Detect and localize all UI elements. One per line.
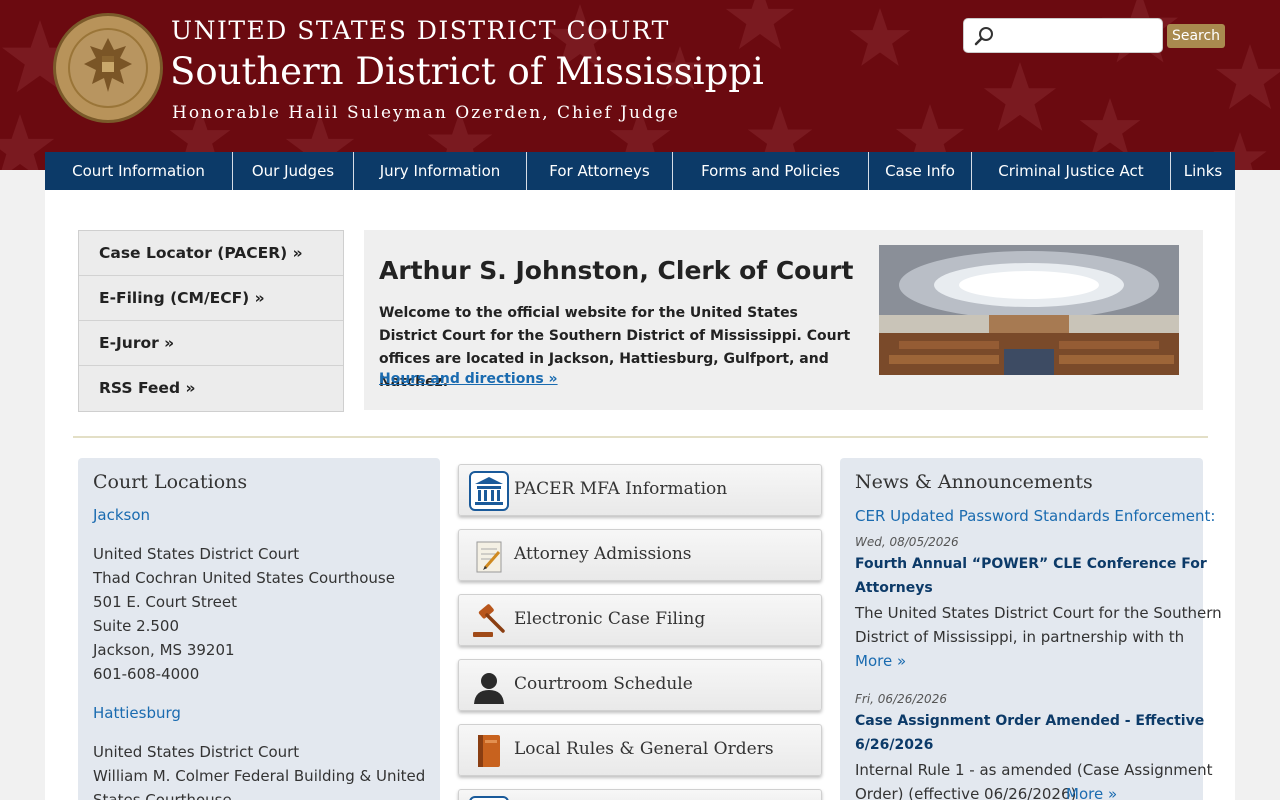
- search-icon: [974, 27, 993, 46]
- jackson-line: United States District Court: [93, 545, 300, 563]
- site-header: UNITED STATES DISTRICT COURT Southern Di…: [0, 0, 1280, 170]
- location-hattiesburg-link[interactable]: Hattiesburg: [93, 704, 181, 722]
- location-jackson-link[interactable]: Jackson: [93, 506, 150, 524]
- news-headline-link[interactable]: CER Updated Password Standards Enforceme…: [855, 507, 1215, 525]
- search-field[interactable]: [963, 18, 1163, 53]
- news-title: News & Announcements: [855, 471, 1093, 493]
- card-label: Courtroom Schedule: [514, 674, 693, 694]
- gavel-icon: [473, 604, 505, 637]
- document-pen-icon: [476, 541, 502, 573]
- news-body: Order) (effective 06/26/2026): [855, 785, 1077, 800]
- news-headline-link[interactable]: Attorneys: [855, 580, 933, 596]
- search-input[interactable]: [1000, 23, 1158, 49]
- card-label: Attorney Admissions: [514, 544, 692, 564]
- card-courtroom-schedule[interactable]: Courtroom Schedule: [458, 659, 822, 711]
- card-label: PACER MFA Information: [514, 479, 728, 499]
- nav-case-info[interactable]: Case Info: [869, 152, 972, 190]
- news-date: Wed, 08/05/2026: [855, 535, 959, 549]
- card-attorney-admissions[interactable]: Attorney Admissions: [458, 529, 822, 581]
- courtroom-photo: [879, 245, 1179, 375]
- jackson-line: 501 E. Court Street: [93, 593, 237, 611]
- quicklink-case-locator[interactable]: Case Locator (PACER) »: [79, 231, 343, 276]
- nav-our-judges[interactable]: Our Judges: [233, 152, 354, 190]
- news-body: The United States District Court for the…: [855, 604, 1222, 622]
- card-local-rules[interactable]: Local Rules & General Orders: [458, 724, 822, 776]
- nav-links[interactable]: Links: [1171, 152, 1235, 190]
- nav-court-information[interactable]: Court Information: [45, 152, 233, 190]
- chief-judge-line: Honorable Halil Suleyman Ozerden, Chief …: [172, 103, 680, 123]
- news-headline-link[interactable]: Fourth Annual “POWER” CLE Conference For: [855, 556, 1207, 572]
- jackson-line: Suite 2.500: [93, 617, 180, 635]
- nav-criminal-justice-act[interactable]: Criminal Justice Act: [972, 152, 1171, 190]
- court-seal-logo[interactable]: [52, 12, 164, 124]
- card-partial[interactable]: [458, 789, 822, 800]
- jackson-line: Thad Cochran United States Courthouse: [93, 569, 395, 587]
- quicklink-rss-feed[interactable]: RSS Feed »: [79, 366, 343, 411]
- card-electronic-case-filing[interactable]: Electronic Case Filing: [458, 594, 822, 646]
- hattiesburg-line: United States District Court: [93, 743, 300, 761]
- quicklink-e-filing[interactable]: E-Filing (CM/ECF) »: [79, 276, 343, 321]
- card-pacer-mfa[interactable]: PACER MFA Information: [458, 464, 822, 516]
- quick-links: Case Locator (PACER) » E-Filing (CM/ECF)…: [78, 230, 344, 412]
- nav-forms-and-policies[interactable]: Forms and Policies: [673, 152, 869, 190]
- book-icon: [478, 735, 500, 767]
- quicklink-e-juror[interactable]: E-Juror »: [79, 321, 343, 366]
- card-label: Local Rules & General Orders: [514, 739, 774, 759]
- clerk-title: Arthur S. Johnston, Clerk of Court: [379, 256, 854, 285]
- section-divider: [73, 436, 1208, 438]
- court-name-top: UNITED STATES DISTRICT COURT: [171, 16, 670, 45]
- card-label: Electronic Case Filing: [514, 609, 706, 629]
- news-headline-link[interactable]: Case Assignment Order Amended - Effectiv…: [855, 713, 1204, 729]
- person-icon: [474, 673, 504, 704]
- hours-directions-link[interactable]: Hours and directions »: [379, 371, 558, 387]
- district-name[interactable]: Southern District of Mississippi: [170, 50, 764, 93]
- jackson-line: Jackson, MS 39201: [93, 641, 235, 659]
- news-more-link[interactable]: More »: [855, 652, 906, 670]
- news-more-link[interactable]: More »: [1066, 785, 1117, 800]
- nav-for-attorneys[interactable]: For Attorneys: [527, 152, 673, 190]
- hattiesburg-line: States Courthouse: [93, 791, 232, 800]
- court-locations-title: Court Locations: [93, 471, 248, 493]
- main-nav: Court Information Our Judges Jury Inform…: [45, 152, 1235, 190]
- courthouse-icon: [469, 796, 509, 800]
- news-headline-link[interactable]: 6/26/2026: [855, 737, 933, 753]
- nav-jury-information[interactable]: Jury Information: [354, 152, 527, 190]
- jackson-phone: 601-608-4000: [93, 665, 200, 683]
- news-body: District of Mississippi, in partnership …: [855, 628, 1185, 646]
- hattiesburg-line: William M. Colmer Federal Building & Uni…: [93, 767, 426, 785]
- news-body: Internal Rule 1 - as amended (Case Assig…: [855, 761, 1213, 779]
- search-button[interactable]: Search: [1167, 24, 1225, 48]
- news-date: Fri, 06/26/2026: [855, 692, 947, 706]
- courthouse-icon: [469, 471, 509, 511]
